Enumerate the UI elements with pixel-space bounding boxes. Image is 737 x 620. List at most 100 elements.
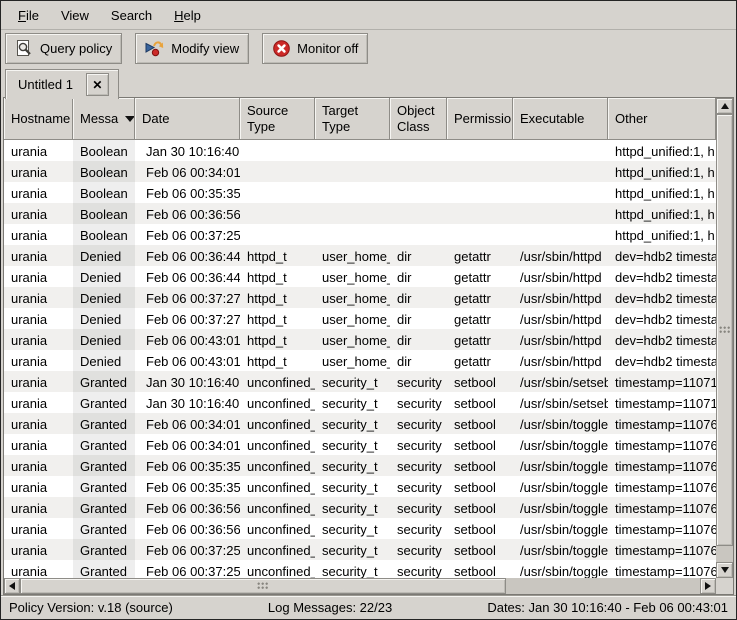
log-row[interactable]: uraniaGrantedFeb 06 00:35:35unconfined_s… [4, 476, 716, 497]
cell-hostname: urania [4, 350, 73, 371]
log-row[interactable]: uraniaGrantedFeb 06 00:36:56unconfined_s… [4, 497, 716, 518]
tab-label: Untitled 1 [18, 77, 73, 92]
log-row[interactable]: uraniaDeniedFeb 06 00:36:44httpd_tuser_h… [4, 266, 716, 287]
cell-other: httpd_unified:1, h [608, 182, 716, 203]
log-row[interactable]: uraniaGrantedFeb 06 00:34:01unconfined_s… [4, 434, 716, 455]
cell-hostname: urania [4, 287, 73, 308]
cell-source-type: unconfined_ [240, 392, 315, 413]
cell-source-type: httpd_t [240, 266, 315, 287]
column-header-target-type[interactable]: Target Type [315, 98, 390, 140]
column-label: Source Type [247, 103, 288, 134]
cell-other: timestamp=11076 [608, 476, 716, 497]
cell-hostname: urania [4, 539, 73, 560]
log-row[interactable]: uraniaBooleanFeb 06 00:37:25httpd_unifie… [4, 224, 716, 245]
cell-source-type: unconfined_ [240, 518, 315, 539]
cell-message: Denied [73, 287, 135, 308]
menu-item-search[interactable]: Search [100, 1, 163, 29]
cell-target-type: user_home_ [315, 266, 390, 287]
monitor-off-button[interactable]: Monitor off [262, 33, 368, 64]
cell-date: Feb 06 00:36:56 [135, 497, 240, 518]
cell-object-class: dir [390, 350, 447, 371]
log-row[interactable]: uraniaGrantedFeb 06 00:37:25unconfined_s… [4, 560, 716, 578]
log-row[interactable]: uraniaGrantedFeb 06 00:36:56unconfined_s… [4, 518, 716, 539]
cell-message: Granted [73, 434, 135, 455]
menu-item-view[interactable]: View [50, 1, 100, 29]
horizontal-scroll-thumb[interactable] [20, 578, 506, 594]
monitor-off-label: Monitor off [297, 41, 358, 56]
cell-permission: getattr [447, 350, 513, 371]
cell-executable: /usr/sbin/toggle [513, 413, 608, 434]
cell-date: Feb 06 00:37:27 [135, 308, 240, 329]
scroll-right-button[interactable] [700, 578, 716, 594]
cell-message: Granted [73, 539, 135, 560]
cell-object-class: security [390, 455, 447, 476]
log-row[interactable]: uraniaBooleanFeb 06 00:35:35httpd_unifie… [4, 182, 716, 203]
log-row[interactable]: uraniaDeniedFeb 06 00:37:27httpd_tuser_h… [4, 308, 716, 329]
log-row[interactable]: uraniaGrantedFeb 06 00:35:35unconfined_s… [4, 455, 716, 476]
query-policy-button[interactable]: Query policy [5, 33, 122, 64]
column-label: Messa [80, 111, 118, 127]
scroll-left-button[interactable] [4, 578, 20, 594]
log-row[interactable]: uraniaGrantedFeb 06 00:34:01unconfined_s… [4, 413, 716, 434]
cell-message: Granted [73, 518, 135, 539]
close-icon: ✕ [92, 78, 102, 92]
cell-date: Feb 06 00:43:01 [135, 350, 240, 371]
log-row[interactable]: uraniaDeniedFeb 06 00:37:27httpd_tuser_h… [4, 287, 716, 308]
log-row[interactable]: uraniaDeniedFeb 06 00:43:01httpd_tuser_h… [4, 350, 716, 371]
cell-message: Granted [73, 371, 135, 392]
column-header-source-type[interactable]: Source Type [240, 98, 315, 140]
cell-hostname: urania [4, 413, 73, 434]
cell-hostname: urania [4, 560, 73, 578]
log-row[interactable]: uraniaGrantedJan 30 10:16:40unconfined_s… [4, 371, 716, 392]
horizontal-scrollbar[interactable] [4, 578, 716, 594]
menu-bar: FileViewSearchHelp [1, 1, 736, 30]
menu-item-file[interactable]: File [7, 1, 50, 29]
log-row[interactable]: uraniaBooleanFeb 06 00:34:01httpd_unifie… [4, 161, 716, 182]
cell-permission: getattr [447, 266, 513, 287]
cell-date: Feb 06 00:36:56 [135, 203, 240, 224]
modify-view-button[interactable]: Modify view [135, 33, 249, 64]
log-row[interactable]: uraniaDeniedFeb 06 00:36:44httpd_tuser_h… [4, 245, 716, 266]
cell-other: httpd_unified:1, h [608, 203, 716, 224]
column-header-permission[interactable]: Permission [447, 98, 513, 140]
policy-version-status: Policy Version: v.18 (source) [9, 600, 173, 615]
log-row[interactable]: uraniaGrantedJan 30 10:16:40unconfined_s… [4, 392, 716, 413]
cell-executable: /usr/sbin/httpd [513, 350, 608, 371]
table-body: uraniaBooleanJan 30 10:16:40httpd_unifie… [4, 140, 716, 578]
column-header-message[interactable]: Messa [73, 98, 135, 140]
vertical-scrollbar[interactable] [716, 98, 733, 578]
scroll-down-button[interactable] [716, 562, 733, 578]
log-row[interactable]: uraniaGrantedFeb 06 00:37:25unconfined_s… [4, 539, 716, 560]
tab-untitled-1[interactable]: Untitled 1 ✕ [5, 69, 119, 99]
cell-date: Jan 30 10:16:40 [135, 392, 240, 413]
log-row[interactable]: uraniaDeniedFeb 06 00:43:01httpd_tuser_h… [4, 329, 716, 350]
menu-item-help[interactable]: Help [163, 1, 212, 29]
column-label: Permission [454, 111, 513, 127]
tab-close-button[interactable]: ✕ [86, 73, 109, 96]
cell-other: timestamp=11071 [608, 392, 716, 413]
cell-message: Granted [73, 413, 135, 434]
log-row[interactable]: uraniaBooleanFeb 06 00:36:56httpd_unifie… [4, 203, 716, 224]
vertical-scroll-thumb[interactable] [716, 114, 733, 546]
column-label: Object Class [397, 103, 435, 134]
cell-source-type: httpd_t [240, 245, 315, 266]
column-header-executable[interactable]: Executable [513, 98, 608, 140]
cell-permission [447, 161, 513, 182]
cell-executable: /usr/sbin/httpd [513, 308, 608, 329]
scroll-up-button[interactable] [716, 98, 733, 114]
column-header-other[interactable]: Other [608, 98, 716, 140]
cell-executable: /usr/sbin/toggle [513, 455, 608, 476]
cell-source-type [240, 161, 315, 182]
cell-executable [513, 224, 608, 245]
cell-hostname: urania [4, 161, 73, 182]
column-header-hostname[interactable]: Hostname [4, 98, 73, 140]
cell-hostname: urania [4, 455, 73, 476]
column-header-date[interactable]: Date [135, 98, 240, 140]
cell-source-type: unconfined_ [240, 539, 315, 560]
log-row[interactable]: uraniaBooleanJan 30 10:16:40httpd_unifie… [4, 140, 716, 161]
column-header-object-class[interactable]: Object Class [390, 98, 447, 140]
cell-date: Feb 06 00:36:44 [135, 245, 240, 266]
cell-message: Boolean [73, 140, 135, 161]
cell-executable: /usr/sbin/httpd [513, 245, 608, 266]
cell-source-type: unconfined_ [240, 560, 315, 578]
